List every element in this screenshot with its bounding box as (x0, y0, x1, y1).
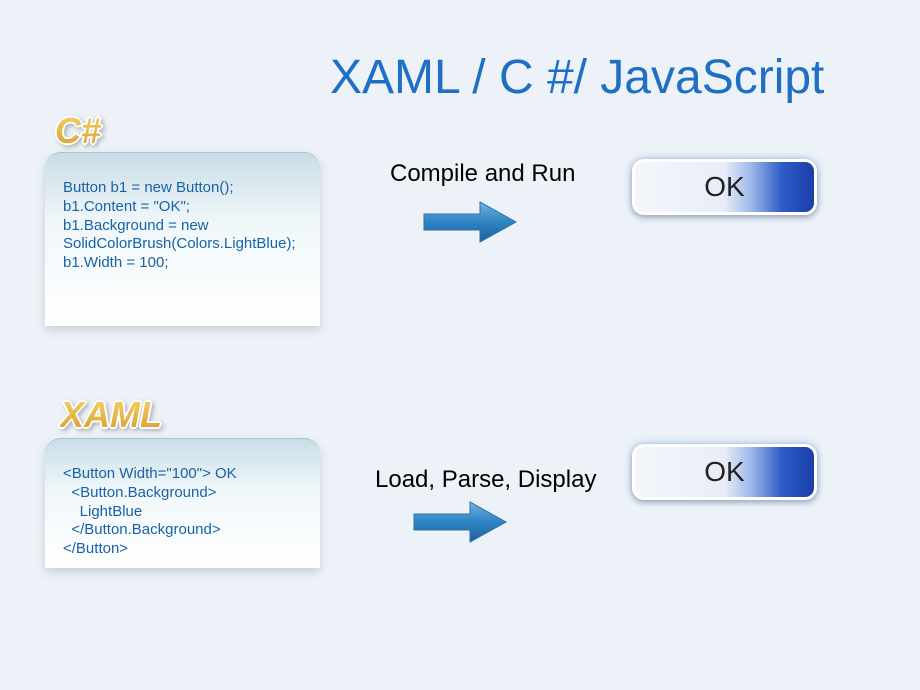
ok-button-label: OK (635, 447, 814, 497)
xaml-flow-label: Load, Parse, Display (375, 466, 596, 494)
csharp-result-button: OK (632, 159, 817, 215)
xaml-code-card: <Button Width="100"> OK <Button.Backgrou… (45, 438, 320, 568)
slide-title: XAML / C #/ JavaScript (330, 50, 824, 105)
xaml-label: XAML (60, 394, 162, 436)
arrow-right-icon (412, 500, 508, 544)
xaml-result-button: OK (632, 444, 817, 500)
csharp-label: C# (55, 110, 101, 152)
ok-button-label: OK (635, 162, 814, 212)
arrow-right-icon (422, 200, 518, 244)
csharp-code-card: Button b1 = new Button(); b1.Content = "… (45, 152, 320, 326)
csharp-flow-label: Compile and Run (390, 160, 575, 188)
